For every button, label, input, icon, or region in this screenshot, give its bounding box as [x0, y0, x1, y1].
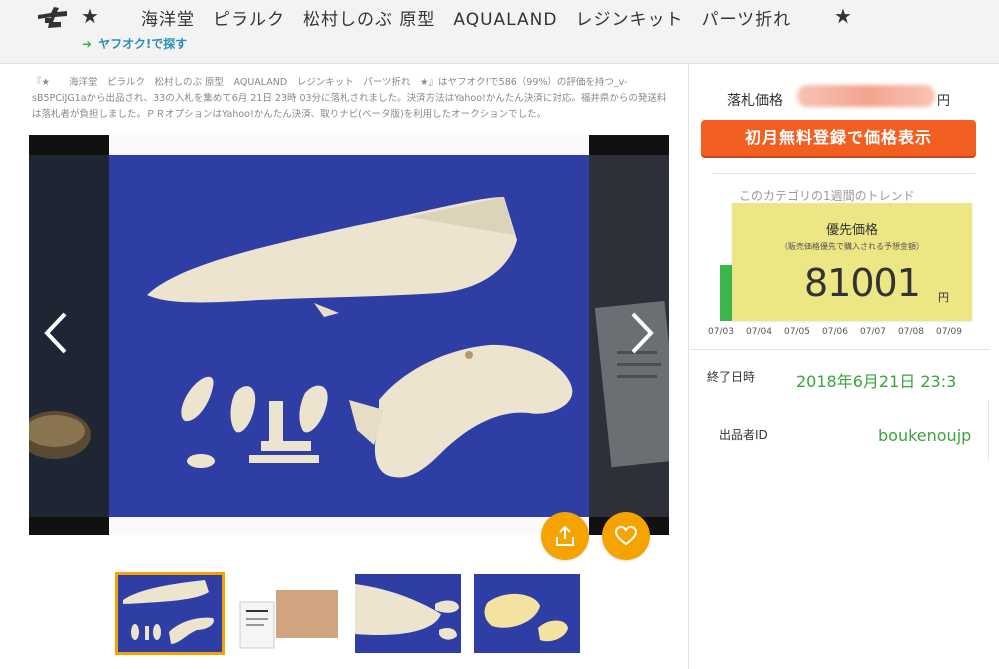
share-button[interactable] — [541, 512, 589, 560]
price-unit: 円 — [937, 94, 951, 109]
chevron-left-icon — [44, 312, 67, 354]
seller-id-label: 出品者ID — [719, 428, 768, 442]
heart-icon — [614, 525, 638, 546]
page-title: 海洋堂 ピラルク 松村しのぶ 原型 AQUALAND レジンキット パーツ折れ — [141, 10, 792, 30]
prev-image-button[interactable] — [39, 310, 73, 356]
auction-description: 『★ 海洋堂 ピラルク 松村しのぶ 原型 AQUALAND レジンキット パーツ… — [32, 77, 667, 120]
trend-tooltip: 優先価格 （販売価格優先で購入される予想金額） 81001 円 — [732, 203, 972, 321]
x-tick: 07/08 — [898, 327, 924, 337]
x-tick: 07/05 — [784, 327, 810, 337]
thumbnail-1[interactable] — [115, 572, 225, 655]
chevron-right-icon — [631, 312, 654, 354]
trend-title: このカテゴリの1週間のトレンド — [739, 189, 915, 203]
arrow-right-icon: ➜ — [82, 37, 93, 51]
x-tick: 07/07 — [860, 327, 886, 337]
star-right: ★ — [834, 4, 852, 28]
column-divider — [688, 64, 689, 669]
seller-id-link[interactable]: boukenoujp — [878, 426, 971, 445]
thumbnail-2[interactable] — [236, 574, 342, 653]
end-time-label: 終了日時 — [707, 370, 756, 384]
search-link-label: ヤフオク!で探す — [98, 37, 188, 51]
x-tick: 07/06 — [822, 327, 848, 337]
thumbnail-3[interactable] — [355, 574, 461, 653]
x-tick: 07/09 — [936, 327, 962, 337]
search-on-yahuoku-link[interactable]: ➜ ヤフオク!で探す — [82, 35, 187, 52]
tooltip-title: 優先価格 — [825, 223, 878, 238]
image-gallery — [29, 135, 669, 535]
trend-x-axis: 07/03 07/04 07/05 07/06 07/07 07/08 07/0… — [708, 327, 974, 339]
star-left: ★ — [81, 4, 99, 28]
next-image-button[interactable] — [625, 310, 659, 356]
separator — [690, 349, 990, 350]
watchlist-button[interactable] — [602, 512, 650, 560]
share-icon — [556, 525, 574, 546]
x-tick: 07/04 — [746, 327, 772, 337]
price-blurred — [797, 85, 935, 107]
separator — [713, 173, 975, 174]
page-header: ★ 海洋堂 ピラルク 松村しのぶ 原型 AQUALAND レジンキット パーツ折… — [0, 0, 999, 64]
x-tick: 07/03 — [708, 327, 734, 337]
winning-price-label: 落札価格 — [727, 93, 783, 109]
tooltip-value: 81001 — [804, 261, 921, 305]
end-time-value: 2018年6月21日 23:3 — [796, 372, 957, 391]
tooltip-subtitle: （販売価格優先で購入される予想金額） — [780, 242, 924, 251]
free-trial-show-price-button[interactable]: 初月無料登録で価格表示 — [701, 120, 976, 156]
main-product-photo[interactable] — [109, 135, 589, 535]
tooltip-unit: 円 — [938, 291, 949, 304]
trend-bar[interactable] — [720, 265, 732, 321]
thumbnail-4[interactable] — [474, 574, 580, 653]
yahoo-auction-logo[interactable] — [36, 6, 70, 32]
scroll-edge — [988, 400, 989, 460]
